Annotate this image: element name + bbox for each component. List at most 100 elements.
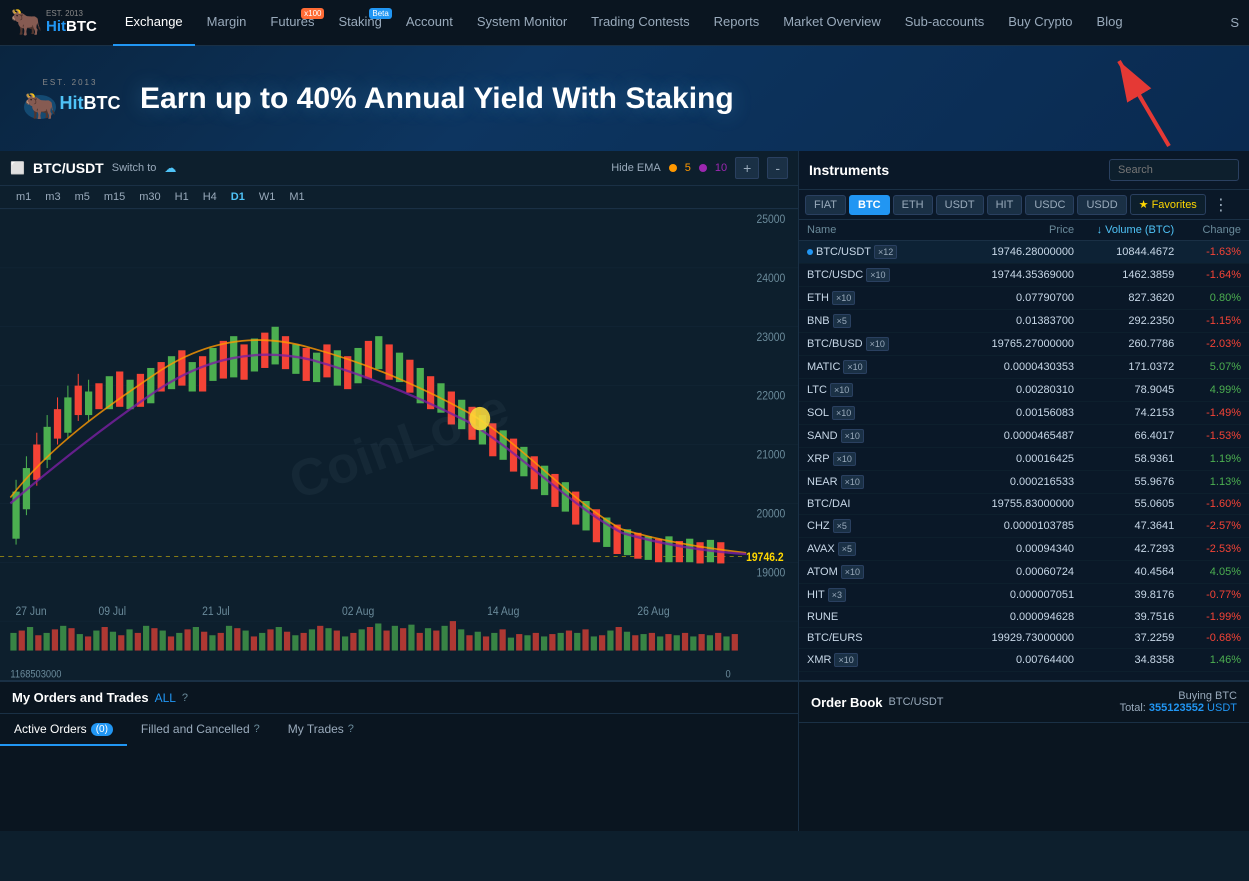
orders-help-icon[interactable]: ? bbox=[182, 692, 188, 704]
ema5-dot bbox=[669, 164, 677, 172]
inst-row-near[interactable]: NEAR ×10 0.000216533 55.9676 1.13% bbox=[799, 471, 1249, 494]
nav-right-item[interactable]: S bbox=[1230, 15, 1239, 30]
nav-item-sub-accounts[interactable]: Sub-accounts bbox=[893, 0, 997, 46]
tf-w1[interactable]: W1 bbox=[253, 189, 282, 205]
orderbook-section: Order Book BTC/USDT Buying BTC Total: 35… bbox=[799, 682, 1249, 831]
nav-item-staking[interactable]: Staking Beta bbox=[326, 0, 393, 46]
inst-row-btcusdc[interactable]: BTC/USDC ×10 19744.35369000 1462.3859 -1… bbox=[799, 264, 1249, 287]
inst-row-bnb[interactable]: BNB ×5 0.01383700 292.2350 -1.15% bbox=[799, 310, 1249, 333]
nav-item-account[interactable]: Account bbox=[394, 0, 465, 46]
inst-row-sol[interactable]: SOL ×10 0.00156083 74.2153 -1.49% bbox=[799, 402, 1249, 425]
ema10-label: 10 bbox=[715, 162, 727, 174]
svg-text:24000: 24000 bbox=[757, 272, 786, 285]
nav-item-blog[interactable]: Blog bbox=[1085, 0, 1135, 46]
inst-tab-eth[interactable]: ETH bbox=[893, 195, 933, 215]
col-price: Price bbox=[941, 224, 1075, 236]
tab-filled-cancelled[interactable]: Filled and Cancelled ? bbox=[127, 714, 274, 746]
buying-label: Buying BTC bbox=[1120, 690, 1237, 702]
total-value: 355123552 bbox=[1149, 702, 1204, 714]
ema10-dot bbox=[699, 164, 707, 172]
inst-tab-usdc[interactable]: USDC bbox=[1025, 195, 1074, 215]
inst-row-xrp[interactable]: XRP ×10 0.00016425 58.9361 1.19% bbox=[799, 448, 1249, 471]
banner[interactable]: EST. 2013 🐂 HitBTC Earn up to 40% Annual… bbox=[0, 46, 1249, 151]
tf-h1[interactable]: H1 bbox=[169, 189, 195, 205]
tf-m5[interactable]: m5 bbox=[69, 189, 96, 205]
inst-tab-fiat[interactable]: FIAT bbox=[805, 195, 846, 215]
inst-title: Instruments bbox=[809, 162, 1109, 178]
tf-h4[interactable]: H4 bbox=[197, 189, 223, 205]
inst-row-avax[interactable]: AVAX ×5 0.00094340 42.7293 -2.53% bbox=[799, 538, 1249, 561]
tf-d1[interactable]: D1 bbox=[225, 189, 251, 205]
chart-expand-icon[interactable]: ⬜ bbox=[10, 161, 25, 175]
svg-text:22000: 22000 bbox=[757, 390, 786, 403]
tab-active-orders[interactable]: Active Orders (0) bbox=[0, 714, 127, 746]
chart-area: ⬜ BTC/USDT Switch to ☁ Hide EMA 5 10 + -… bbox=[0, 151, 799, 680]
logo[interactable]: 🐂 EST. 2013 HitBTC bbox=[10, 7, 97, 39]
inst-row-btcdai[interactable]: BTC/DAI 19755.83000000 55.0605 -1.60% bbox=[799, 494, 1249, 515]
inst-tab-usdt[interactable]: USDT bbox=[936, 195, 984, 215]
nav-item-system-monitor[interactable]: System Monitor bbox=[465, 0, 579, 46]
orderbook-symbol: BTC/USDT bbox=[889, 696, 944, 708]
svg-text:27 Jun: 27 Jun bbox=[16, 606, 47, 619]
instruments-panel: Instruments FIAT BTC ETH USDT HIT USDC U… bbox=[799, 151, 1249, 680]
inst-tab-hit[interactable]: HIT bbox=[987, 195, 1023, 215]
inst-row-btceurs[interactable]: BTC/EURS 19929.73000000 37.2259 -0.68% bbox=[799, 628, 1249, 649]
svg-text:20000: 20000 bbox=[757, 508, 786, 521]
nav-item-margin[interactable]: Margin bbox=[195, 0, 259, 46]
inst-name: BTC/USDT ×12 bbox=[807, 245, 941, 259]
trades-help-icon[interactable]: ? bbox=[348, 723, 354, 735]
nav-item-trading-contests[interactable]: Trading Contests bbox=[579, 0, 702, 46]
inst-row-matic[interactable]: MATIC ×10 0.0000430353 171.0372 5.07% bbox=[799, 356, 1249, 379]
orders-section: My Orders and Trades ALL ? Active Orders… bbox=[0, 682, 799, 831]
nav-item-buy-crypto[interactable]: Buy Crypto bbox=[996, 0, 1084, 46]
inst-search-input[interactable] bbox=[1109, 159, 1239, 181]
inst-row-hit[interactable]: HIT ×3 0.000007051 39.8176 -0.77% bbox=[799, 584, 1249, 607]
candlestick-chart: 25000 24000 23000 22000 21000 20000 1900… bbox=[0, 209, 798, 680]
ema5-label: 5 bbox=[685, 162, 691, 174]
tf-m1[interactable]: m1 bbox=[10, 189, 37, 205]
filled-help-icon[interactable]: ? bbox=[254, 723, 260, 735]
inst-row-xmr[interactable]: XMR ×10 0.00764400 34.8358 1.46% bbox=[799, 649, 1249, 672]
svg-text:26 Aug: 26 Aug bbox=[637, 606, 669, 619]
inst-tab-favorites[interactable]: ★ Favorites bbox=[1130, 194, 1206, 215]
inst-row-eth[interactable]: ETH ×10 0.07790700 827.3620 0.80% bbox=[799, 287, 1249, 310]
active-orders-badge: (0) bbox=[91, 723, 113, 736]
hide-ema-btn[interactable]: Hide EMA bbox=[611, 162, 661, 174]
inst-row-ltc[interactable]: LTC ×10 0.00280310 78.9045 4.99% bbox=[799, 379, 1249, 402]
inst-price: 19746.28000000 bbox=[941, 246, 1075, 258]
col-volume[interactable]: ↓ Volume (BTC) bbox=[1074, 224, 1174, 236]
nav-item-futures[interactable]: Futures x100 bbox=[258, 0, 326, 46]
orders-title: My Orders and Trades bbox=[12, 690, 149, 705]
svg-text:14 Aug: 14 Aug bbox=[487, 606, 519, 619]
orders-subtitle: ALL bbox=[155, 691, 176, 705]
zoom-out-btn[interactable]: - bbox=[767, 157, 788, 179]
nav-item-exchange[interactable]: Exchange bbox=[113, 0, 195, 46]
inst-tab-btc[interactable]: BTC bbox=[849, 195, 890, 215]
inst-row-btcusdt[interactable]: BTC/USDT ×12 19746.28000000 10844.4672 -… bbox=[799, 241, 1249, 264]
svg-text:🐂: 🐂 bbox=[10, 7, 42, 37]
cloud-icon[interactable]: ☁ bbox=[164, 161, 176, 175]
inst-row-btcbusd[interactable]: BTC/BUSD ×10 19765.27000000 260.7786 -2.… bbox=[799, 333, 1249, 356]
chart-canvas[interactable]: 25000 24000 23000 22000 21000 20000 1900… bbox=[0, 209, 798, 680]
orderbook-header: Order Book BTC/USDT Buying BTC Total: 35… bbox=[799, 682, 1249, 723]
staking-badge: Beta bbox=[369, 8, 391, 19]
tab-my-trades[interactable]: My Trades ? bbox=[274, 714, 368, 746]
chart-symbol[interactable]: BTC/USDT bbox=[33, 160, 104, 176]
zoom-in-btn[interactable]: + bbox=[735, 157, 759, 179]
nav-item-reports[interactable]: Reports bbox=[702, 0, 772, 46]
inst-row-rune[interactable]: RUNE 0.000094628 39.7516 -1.99% bbox=[799, 607, 1249, 628]
inst-more-icon[interactable]: ⋮ bbox=[1213, 195, 1229, 215]
tf-m3[interactable]: m3 bbox=[39, 189, 66, 205]
tf-m15[interactable]: m15 bbox=[98, 189, 131, 205]
chart-header: ⬜ BTC/USDT Switch to ☁ Hide EMA 5 10 + - bbox=[0, 151, 798, 186]
banner-logo: EST. 2013 🐂 HitBTC bbox=[20, 78, 120, 119]
tf-m30[interactable]: m30 bbox=[133, 189, 166, 205]
inst-row-chz[interactable]: CHZ ×5 0.0000103785 47.3641 -2.57% bbox=[799, 515, 1249, 538]
svg-text:0: 0 bbox=[725, 669, 731, 680]
orders-header: My Orders and Trades ALL ? bbox=[0, 682, 798, 714]
inst-tab-usdd[interactable]: USDD bbox=[1077, 195, 1126, 215]
inst-row-atom[interactable]: ATOM ×10 0.00060724 40.4564 4.05% bbox=[799, 561, 1249, 584]
inst-row-sand[interactable]: SAND ×10 0.0000465487 66.4017 -1.53% bbox=[799, 425, 1249, 448]
nav-item-market-overview[interactable]: Market Overview bbox=[771, 0, 893, 46]
tf-m1-monthly[interactable]: M1 bbox=[283, 189, 310, 205]
